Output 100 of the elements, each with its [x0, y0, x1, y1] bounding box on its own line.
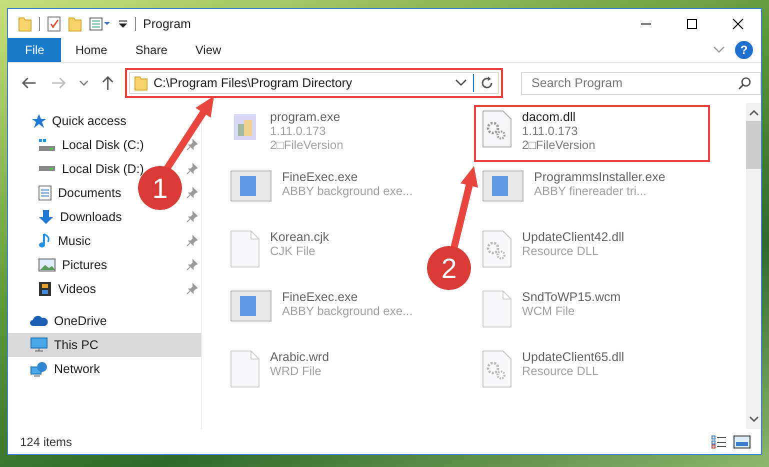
file-icon [230, 230, 260, 268]
scrollbar[interactable] [746, 103, 761, 429]
search-icon [738, 76, 752, 90]
sidebar-label: Videos [58, 282, 96, 296]
sidebar-item[interactable]: This PC [8, 333, 201, 357]
network-icon [30, 361, 48, 377]
application-window-icon [482, 170, 524, 202]
sidebar-item[interactable]: Local Disk (C:) [8, 133, 150, 157]
file-name: SndToWP15.wcm [522, 290, 621, 304]
sidebar-item[interactable]: Downloads [8, 205, 128, 229]
music-note-icon [38, 233, 52, 249]
file-detail: Resource DLL [522, 364, 600, 378]
sidebar-label: Local Disk (D:) [62, 162, 144, 176]
step-badge: 2 [427, 246, 471, 290]
file-item[interactable]: FineExec.exe ABBY background exe... [222, 285, 421, 345]
gear-file-icon [482, 230, 512, 268]
file-name: FineExec.exe [282, 170, 359, 184]
search-field[interactable]: Search Program [520, 72, 761, 94]
ribbon-tab[interactable]: View [181, 38, 236, 62]
file-detail: WCM File [522, 304, 576, 318]
dropdown-icon[interactable] [454, 79, 467, 87]
file-detail: ABBY background exe... [282, 184, 413, 198]
file-name: UpdateClient65.dll [522, 350, 624, 364]
file-name: UpdateClient42.dll [522, 230, 624, 244]
sidebar-label: This PC [54, 338, 98, 352]
view-options-icon[interactable] [89, 16, 111, 30]
file-detail: 1.11.0.173 [270, 124, 327, 138]
details-view-icon[interactable] [711, 434, 727, 448]
expand-ribbon-icon[interactable] [713, 46, 725, 54]
sidebar-item[interactable]: Quick access [8, 109, 132, 133]
refresh-icon[interactable] [480, 76, 494, 90]
large-icons-view-icon[interactable] [733, 434, 751, 448]
file-item[interactable]: program.exe 1.11.0.173 2□FileVersion [222, 105, 352, 165]
sidebar-item[interactable]: Local Disk (D:) [8, 157, 150, 181]
ribbon-tab[interactable]: File [8, 38, 62, 62]
file-item[interactable]: dacom.dll 1.11.0.173 2□FileVersion [474, 105, 710, 162]
ribbon-tab[interactable]: Home [61, 38, 122, 62]
document-icon [38, 185, 52, 201]
sidebar-label: Pictures [62, 258, 108, 272]
sidebar-item[interactable]: Pictures [8, 253, 114, 277]
file-name: program.exe [270, 110, 342, 124]
recent-locations-icon[interactable] [79, 79, 89, 87]
file-item[interactable]: Korean.cjk CJK File [222, 225, 338, 285]
file-item[interactable]: UpdateClient42.dll Resource DLL [474, 225, 632, 285]
star-icon [30, 113, 46, 129]
item-count: 124 items [20, 434, 72, 448]
scrollbar-thumb[interactable] [746, 121, 761, 169]
drive-icon [38, 138, 56, 152]
picture-icon [38, 258, 56, 272]
file-icon [230, 350, 260, 388]
pin-icon[interactable] [186, 187, 198, 199]
address-path: C:\Program Files\Program Directory [154, 76, 354, 90]
pin-icon[interactable] [186, 211, 198, 223]
file-item[interactable]: UpdateClient65.dll Resource DLL [474, 345, 632, 405]
sidebar-item[interactable]: Music [8, 229, 97, 253]
sidebar-label: Local Disk (C:) [62, 138, 144, 152]
file-detail: Resource DLL [522, 244, 600, 258]
file-item[interactable]: ProgrammsInstaller.exe ABBY finereader tri... [474, 165, 674, 225]
pin-icon[interactable] [186, 259, 198, 271]
sidebar-label: Downloads [60, 210, 122, 224]
scroll-up-icon[interactable] [748, 109, 758, 117]
file-item[interactable]: FineExec.exe ABBY background exe... [222, 165, 421, 225]
properties-icon[interactable] [47, 16, 61, 32]
ribbon-tab[interactable]: Share [121, 38, 182, 62]
folder-icon [134, 75, 148, 91]
sidebar-item[interactable]: Videos [8, 277, 102, 301]
application-window-icon [230, 290, 272, 322]
file-item[interactable]: SndToWP15.wcm WCM File [474, 285, 629, 345]
address-bar[interactable]: C:\Program Files\Program Directory [128, 72, 499, 94]
sidebar-label: Network [54, 362, 100, 376]
sidebar-item[interactable]: Documents [8, 181, 128, 205]
file-detail: CJK File [270, 244, 316, 258]
drive-icon [38, 166, 56, 172]
file-name: Arabic.wrd [270, 350, 330, 364]
pin-icon[interactable] [186, 163, 198, 175]
scroll-down-icon[interactable] [748, 415, 758, 423]
pin-icon[interactable] [186, 235, 198, 247]
pin-icon[interactable] [186, 283, 198, 295]
application-window-icon [230, 170, 272, 202]
gear-file-icon [482, 110, 512, 148]
file-name: FineExec.exe [282, 290, 359, 304]
file-item[interactable]: Arabic.wrd WRD File [222, 345, 338, 405]
file-name: dacom.dll [522, 110, 576, 124]
file-name: ProgrammsInstaller.exe [534, 170, 666, 184]
cloud-icon [30, 315, 48, 327]
sidebar-item[interactable]: OneDrive [8, 309, 113, 333]
file-detail: 2□FileVersion [270, 138, 344, 152]
file-name: Korean.cjk [270, 230, 330, 244]
file-detail: WRD File [270, 364, 322, 378]
pin-icon[interactable] [186, 139, 198, 151]
sidebar-item[interactable]: Network [8, 357, 106, 381]
help-button[interactable]: ? [735, 41, 753, 59]
customize-toolbar-icon[interactable] [118, 18, 128, 30]
download-arrow-icon [38, 209, 54, 225]
monitor-icon [30, 337, 48, 353]
file-detail: 2□FileVersion [522, 138, 596, 152]
up-icon[interactable] [100, 75, 115, 91]
sidebar-label: OneDrive [54, 314, 107, 328]
file-icon [482, 290, 512, 328]
back-icon[interactable] [20, 76, 38, 90]
